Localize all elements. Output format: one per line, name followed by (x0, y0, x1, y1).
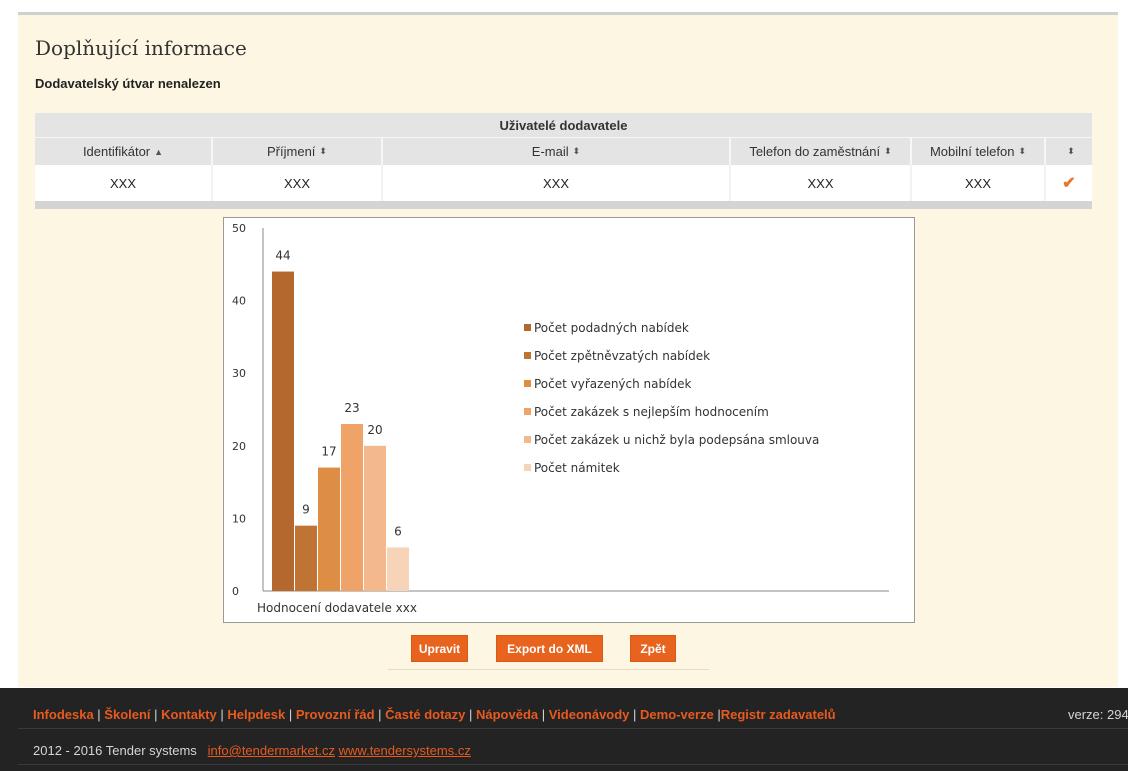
col-label: Příjmení (267, 144, 316, 159)
copyright-text: 2012 - 2016 Tender systems (33, 743, 197, 758)
legend-swatch (524, 352, 531, 359)
version-label: verze: 294 (1068, 707, 1128, 722)
data-label: 20 (367, 423, 382, 437)
y-tick-label: 20 (232, 440, 246, 453)
main-content: Doplňující informace Dodavatelský útvar … (18, 15, 1118, 687)
cell-prijmeni: XXX (213, 165, 383, 201)
col-label: Telefon do zaměstnání (749, 144, 881, 159)
legend-label: Počet zpětněvzatých nabídek (534, 349, 710, 363)
export-xml-button[interactable]: Export do XML (496, 635, 603, 662)
col-prijmeni[interactable]: Příjmení ⬍ (213, 138, 383, 165)
legend-label: Počet námitek (534, 461, 620, 475)
footer-link-provozni-rad[interactable]: Provozní řád (296, 707, 375, 722)
sort-icon[interactable]: ⬍ (1019, 146, 1027, 157)
footer-link-napoveda[interactable]: Nápověda (476, 707, 538, 722)
cell-mobil: XXX (912, 165, 1046, 201)
data-label: 44 (275, 249, 290, 263)
bar (341, 424, 363, 591)
footer-divider (18, 728, 1128, 729)
footer-link-registr-zadavatelu[interactable]: Registr zadavatelů (721, 707, 836, 722)
footer-links: Infodeska | Školení | Kontakty | Helpdes… (33, 707, 836, 722)
col-identifikator[interactable]: Identifikátor ▲ (35, 138, 213, 165)
data-label: 23 (344, 401, 359, 415)
footer-link-caste-dotazy[interactable]: Časté dotazy (385, 707, 465, 722)
bar (272, 271, 294, 591)
legend-label: Počet zakázek s nejlepším hodnocením (534, 405, 769, 419)
col-telefon[interactable]: Telefon do zaměstnání ⬍ (731, 138, 912, 165)
legend-label: Počet podadných nabídek (534, 321, 689, 335)
cell-telefon: XXX (731, 165, 912, 201)
email-link[interactable]: info@tendermarket.cz (208, 743, 335, 758)
y-tick-label: 30 (232, 367, 246, 380)
table-row[interactable]: XXX XXX XXX XXX XXX ✔ (35, 165, 1092, 201)
legend-swatch (524, 380, 531, 387)
col-email[interactable]: E-mail ⬍ (383, 138, 731, 165)
col-label: Mobilní telefon (929, 144, 1015, 159)
legend-swatch (524, 436, 531, 443)
sort-icon[interactable]: ⬍ (884, 146, 892, 157)
x-tick-label: Hodnocení dodavatele xxx (257, 601, 417, 615)
footer-link-infodeska[interactable]: Infodeska (33, 707, 94, 722)
footer-link-videonavody[interactable]: Videonávody (549, 707, 630, 722)
bar (318, 467, 340, 591)
cell-identifikator: XXX (35, 165, 213, 201)
bar (364, 445, 386, 591)
sort-icon[interactable]: ⬍ (573, 146, 581, 157)
grid-scrollbar[interactable] (35, 201, 1092, 209)
footer-link-demo-verze[interactable]: Demo-verze (640, 707, 714, 722)
edit-button[interactable]: Upravit (411, 635, 468, 662)
footer-divider (18, 764, 1128, 765)
divider (388, 669, 709, 670)
cell-email: XXX (383, 165, 731, 201)
col-status[interactable]: ⬍ (1046, 138, 1092, 165)
supplier-rating-chart: 0 10 20 30 40 50 44 9 17 23 20 6 Hodnocení dodavatel… (223, 217, 915, 623)
col-mobil[interactable]: Mobilní telefon ⬍ (912, 138, 1046, 165)
cell-status: ✔ (1046, 165, 1092, 201)
page-title: Doplňující informace (35, 36, 247, 60)
sort-icon[interactable]: ⬍ (319, 146, 327, 157)
users-grid: Uživatelé dodavatele Identifikátor ▲ Pří… (35, 113, 1092, 209)
legend-swatch (524, 408, 531, 415)
footer-copyright: 2012 - 2016 Tender systems info@tenderma… (33, 743, 471, 758)
website-link[interactable]: www.tendersystems.cz (339, 743, 471, 758)
bar (387, 547, 409, 591)
data-label: 6 (394, 524, 402, 538)
subtitle: Dodavatelský útvar nenalezen (35, 76, 221, 91)
back-button[interactable]: Zpět (630, 635, 676, 662)
legend-label: Počet zakázek u nichž byla podepsána sml… (534, 433, 819, 447)
chart-canvas: 0 10 20 30 40 50 44 9 17 23 20 6 Hodnocení dodavatel… (232, 222, 889, 615)
y-tick-label: 0 (232, 585, 239, 598)
y-tick-label: 40 (232, 295, 246, 308)
footer-link-skoleni[interactable]: Školení (104, 707, 150, 722)
action-buttons: Upravit Export do XML Zpět (18, 635, 1118, 665)
y-tick-label: 10 (232, 512, 246, 525)
footer-link-helpdesk[interactable]: Helpdesk (227, 707, 285, 722)
legend-label: Počet vyřazených nabídek (534, 377, 691, 391)
col-label: E-mail (531, 144, 569, 159)
check-icon: ✔ (1062, 175, 1076, 192)
legend-swatch (524, 464, 531, 471)
sort-icon[interactable]: ⬍ (1067, 146, 1075, 157)
data-label: 17 (321, 445, 336, 459)
data-label: 9 (302, 503, 310, 517)
col-label: Identifikátor (82, 144, 151, 159)
legend-swatch (524, 324, 531, 331)
footer: Infodeska | Školení | Kontakty | Helpdes… (0, 688, 1128, 771)
grid-caption: Uživatelé dodavatele (35, 113, 1092, 138)
grid-header: Identifikátor ▲ Příjmení ⬍ E-mail ⬍ Tele… (35, 138, 1092, 165)
footer-link-kontakty[interactable]: Kontakty (161, 707, 217, 722)
sort-asc-icon[interactable]: ▲ (154, 147, 163, 157)
y-tick-label: 50 (232, 222, 246, 235)
bar (295, 525, 317, 591)
